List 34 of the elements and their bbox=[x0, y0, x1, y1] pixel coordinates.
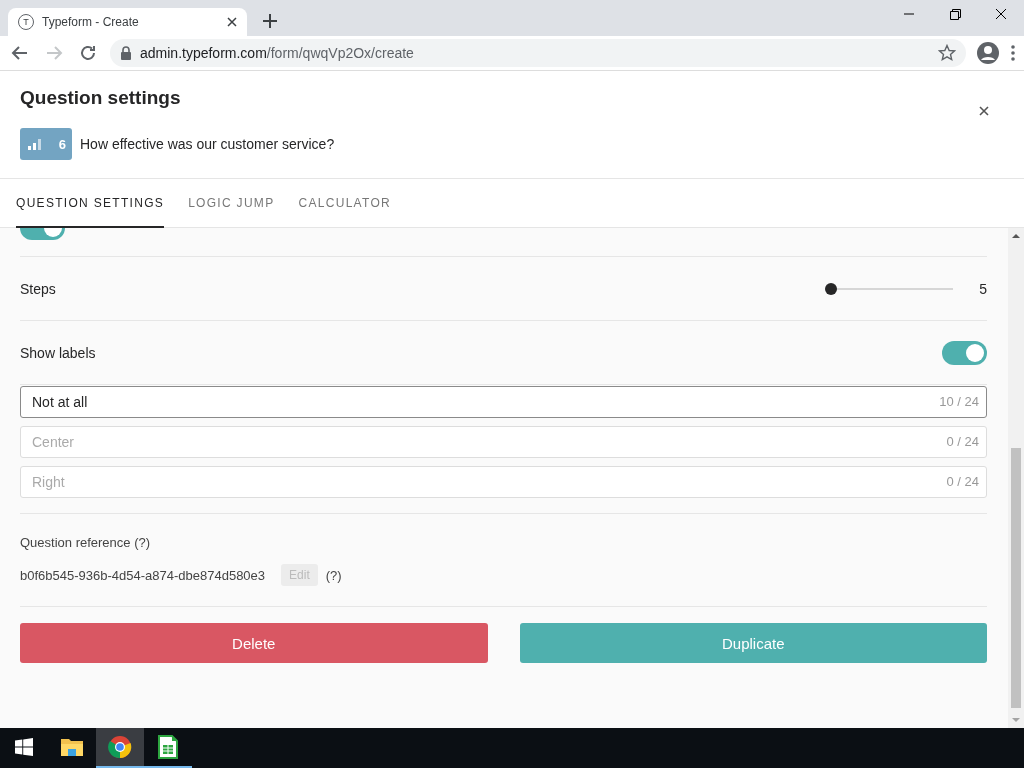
question-text: How effective was our customer service? bbox=[80, 136, 335, 152]
browser-tab[interactable]: T Typeform - Create bbox=[8, 8, 247, 36]
slider-thumb[interactable] bbox=[825, 282, 838, 295]
close-icon[interactable] bbox=[979, 106, 989, 116]
spreadsheet-icon[interactable] bbox=[158, 735, 178, 759]
settings-tab[interactable]: CALCULATOR bbox=[298, 179, 392, 228]
setting-label: Show labels bbox=[20, 344, 96, 361]
url-text: admin.typeform.com/form/qwqVp2Ox/create bbox=[140, 45, 415, 61]
taskbar-button[interactable] bbox=[96, 728, 144, 768]
character-counter: 0 / 24 bbox=[946, 434, 979, 449]
settings-tab[interactable]: LOGIC JUMP bbox=[188, 179, 275, 228]
tab-title: Typeform - Create bbox=[42, 15, 140, 29]
bar-chart-icon bbox=[28, 138, 42, 150]
question-number-badge: 6 bbox=[20, 128, 72, 160]
setting-label: Steps bbox=[20, 280, 56, 297]
close-icon[interactable] bbox=[227, 17, 237, 27]
panel-title: Question settings bbox=[20, 87, 182, 109]
windows-start-icon[interactable] bbox=[15, 738, 33, 756]
browser-icon[interactable] bbox=[108, 735, 132, 759]
lock-icon bbox=[120, 46, 132, 60]
reference-id: b0f6b545-936b-4d54-a874-dbe874d580e3 bbox=[20, 567, 266, 583]
help-link[interactable]: (?) bbox=[325, 567, 342, 583]
folder-icon[interactable] bbox=[60, 737, 84, 757]
address-bar[interactable]: admin.typeform.com/form/qwqVp2Ox/create bbox=[110, 39, 966, 67]
menu-icon[interactable] bbox=[1010, 44, 1016, 62]
character-counter: 10 / 24 bbox=[939, 394, 979, 409]
scrollbar[interactable] bbox=[1008, 228, 1024, 728]
delete-button[interactable]: Delete bbox=[20, 623, 488, 663]
character-counter: 0 / 24 bbox=[946, 474, 979, 489]
toggle-switch[interactable] bbox=[942, 340, 987, 365]
slider-value: 5 bbox=[979, 280, 987, 297]
reference-title: Question reference (?) bbox=[20, 535, 152, 550]
star-icon[interactable] bbox=[938, 44, 956, 62]
profile-icon[interactable] bbox=[976, 41, 1000, 65]
